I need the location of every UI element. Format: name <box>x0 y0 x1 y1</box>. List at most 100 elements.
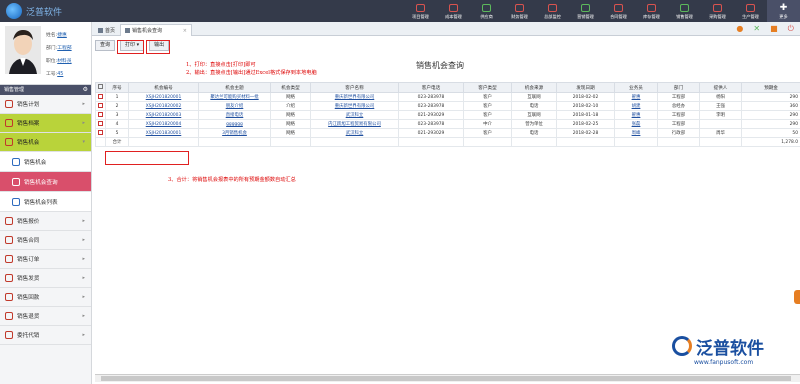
column-header[interactable]: 机会来源 <box>511 82 557 93</box>
user-dept[interactable]: 工程部 <box>57 46 71 51</box>
expand-icon[interactable]: ✕ <box>753 25 760 33</box>
table-cell[interactable]: 内江跃旭工程贸易有限公司 <box>310 119 399 129</box>
table-cell: 营为单位 <box>511 119 557 129</box>
sidebar-item-label: 委托代销 <box>17 333 40 339</box>
user-role-line: 职位:材料员 <box>46 59 72 64</box>
sidebar-item[interactable]: 销售机会 ▾ <box>0 133 91 152</box>
menu-icon <box>5 293 13 301</box>
sidebar-item-label: 销售机会 <box>17 140 40 146</box>
topnav-item[interactable]: 成本管理 <box>437 0 470 22</box>
user-name[interactable]: 捷惠 <box>57 33 67 38</box>
side-float-button[interactable] <box>794 290 800 304</box>
sidebar-item[interactable]: 销售档案 ▸ <box>0 114 91 133</box>
sidebar-item[interactable]: 销售回款 ▸ <box>0 288 91 307</box>
column-header[interactable]: 机会主题 <box>198 82 271 93</box>
lock-icon[interactable]: ■ <box>770 25 778 33</box>
sidebar-item[interactable]: 销售机会列表 <box>0 192 91 212</box>
power-icon[interactable]: ⏻ <box>788 25 794 33</box>
topnav-label: 销售管理 <box>676 14 693 19</box>
row-checkbox[interactable] <box>98 93 103 99</box>
sidebar-item[interactable]: 委托代销 ▸ <box>0 326 91 345</box>
table-cell[interactable]: 重庆新世界有限公司 <box>310 92 399 102</box>
query-button[interactable]: 查询 <box>95 40 116 51</box>
user-role[interactable]: 材料员 <box>57 59 71 64</box>
topnav-item[interactable]: 销售管理 <box>668 0 701 22</box>
note-export: 2、输出：直接点击[输出]通过Excel格式保存到本地电脑 <box>186 70 317 76</box>
column-header[interactable]: 业务员 <box>614 82 658 93</box>
user-id[interactable]: 45 <box>57 72 63 77</box>
table-cell[interactable]: XSJH201820003 <box>128 110 199 120</box>
table-cell[interactable]: 重庆新世界有限公司 <box>310 101 399 111</box>
tab-sales-opportunity-query[interactable]: 销售机会查询 × <box>120 24 192 36</box>
topnav-item[interactable]: ✚ 更多 <box>767 0 800 22</box>
table-cell[interactable]: XSJH201830001 <box>128 128 199 138</box>
tab-home[interactable]: 首页 <box>94 24 119 36</box>
table-cell[interactable]: XSJH201820001 <box>128 92 199 102</box>
topnav-item[interactable]: 总部监控 <box>536 0 569 22</box>
sidebar-item[interactable]: 销售退货 ▸ <box>0 307 91 326</box>
purchase-icon <box>713 4 722 12</box>
table-row[interactable]: 5 XSJH201830001 3月销售机会 网络 武汉科立 021-293029 客户 电话… <box>95 128 800 138</box>
table-row[interactable]: 2 XSJH201820002 朋友介绍 介绍 重庆新世界有限公司 023-283978 客… <box>95 101 800 111</box>
scrollbar-thumb[interactable] <box>101 376 791 381</box>
table-cell[interactable]: XSJH201820004 <box>128 119 199 129</box>
finance-icon <box>515 4 524 12</box>
table-cell[interactable]: 朋友介绍 <box>198 101 271 111</box>
sidebar-item[interactable]: 销售机会 <box>0 152 91 172</box>
table-cell[interactable]: 聚达兰可能购买材料一批 <box>198 92 271 102</box>
avatar <box>5 26 41 74</box>
gear-icon[interactable]: ⚙ <box>83 85 88 95</box>
topnav-item[interactable]: 合同管理 <box>602 0 635 22</box>
table-cell: 023-283978 <box>398 101 464 111</box>
table-cell[interactable]: 3月销售机会 <box>198 128 271 138</box>
close-icon[interactable]: × <box>183 28 187 34</box>
sidebar-item[interactable]: 销售订单 ▸ <box>0 250 91 269</box>
table-row[interactable]: 3 XSJH201820003 直接电话 网络 武汉科立 021-293029 客户 互联网 2… <box>95 110 800 120</box>
table-cell[interactable]: 周峰 <box>614 128 658 138</box>
sidebar-item[interactable]: 销售报价 ▸ <box>0 212 91 231</box>
topnav-item[interactable]: 供应商 <box>470 0 503 22</box>
column-header[interactable]: 部门 <box>657 82 700 93</box>
topnav-item[interactable]: 库存管理 <box>635 0 668 22</box>
table-row[interactable]: 4 XSJH201820004 gggggg 网络 内江跃旭工程贸易有限公司 023-28… <box>95 119 800 129</box>
sidebar-item[interactable]: 销售发货 ▸ <box>0 269 91 288</box>
table-cell[interactable]: 翟惠 <box>614 110 658 120</box>
topnav-item[interactable]: 采购管理 <box>701 0 734 22</box>
table-cell[interactable]: 武汉科立 <box>310 128 399 138</box>
row-checkbox[interactable] <box>98 102 103 108</box>
table-cell[interactable]: 武汉科立 <box>310 110 399 120</box>
row-select-cell <box>95 110 106 120</box>
topnav-item[interactable]: 营销管理 <box>569 0 602 22</box>
row-checkbox[interactable] <box>98 120 103 126</box>
row-checkbox[interactable] <box>98 111 103 117</box>
table-cell[interactable]: XSJH201820002 <box>128 101 199 111</box>
select-all-checkbox[interactable] <box>98 84 103 89</box>
column-header[interactable]: 机会类型 <box>270 82 311 93</box>
table-cell[interactable]: 张磊 <box>614 119 658 129</box>
table-cell[interactable]: 翟惠 <box>614 92 658 102</box>
table-cell[interactable]: gggggg <box>198 119 271 129</box>
table-cell[interactable]: 直接电话 <box>198 110 271 120</box>
column-header[interactable]: 发现日期 <box>556 82 615 93</box>
column-header[interactable]: 客户类型 <box>463 82 512 93</box>
column-header[interactable]: 预期金 <box>741 82 800 93</box>
table-cell[interactable]: 胡建 <box>614 101 658 111</box>
topnav-item[interactable]: 项目管理 <box>404 0 437 22</box>
row-checkbox[interactable] <box>98 129 103 135</box>
topnav-item[interactable]: 生产管理 <box>734 0 767 22</box>
column-header[interactable]: 序号 <box>105 82 129 93</box>
location-icon[interactable]: ● <box>736 25 743 33</box>
column-header[interactable]: 提供人 <box>699 82 742 93</box>
horizontal-scrollbar[interactable] <box>95 374 800 382</box>
column-header[interactable]: 客户电话 <box>398 82 464 93</box>
menu-icon <box>5 119 13 127</box>
topnav-item[interactable]: 财务管理 <box>503 0 536 22</box>
sidebar-item[interactable]: 销售计划 ▸ <box>0 95 91 114</box>
sidebar-item-label: 销售退货 <box>17 314 40 320</box>
column-header[interactable]: 客户名称 <box>310 82 399 93</box>
sidebar-item[interactable]: 销售机会查询 <box>0 172 91 192</box>
sidebar-item[interactable]: 销售合同 ▸ <box>0 231 91 250</box>
table-row[interactable]: 1 XSJH201820001 聚达兰可能购买材料一批 网络 重庆新世界有限公司 023-… <box>95 92 800 102</box>
column-header[interactable]: 机会编号 <box>128 82 199 93</box>
column-header[interactable] <box>95 82 106 93</box>
